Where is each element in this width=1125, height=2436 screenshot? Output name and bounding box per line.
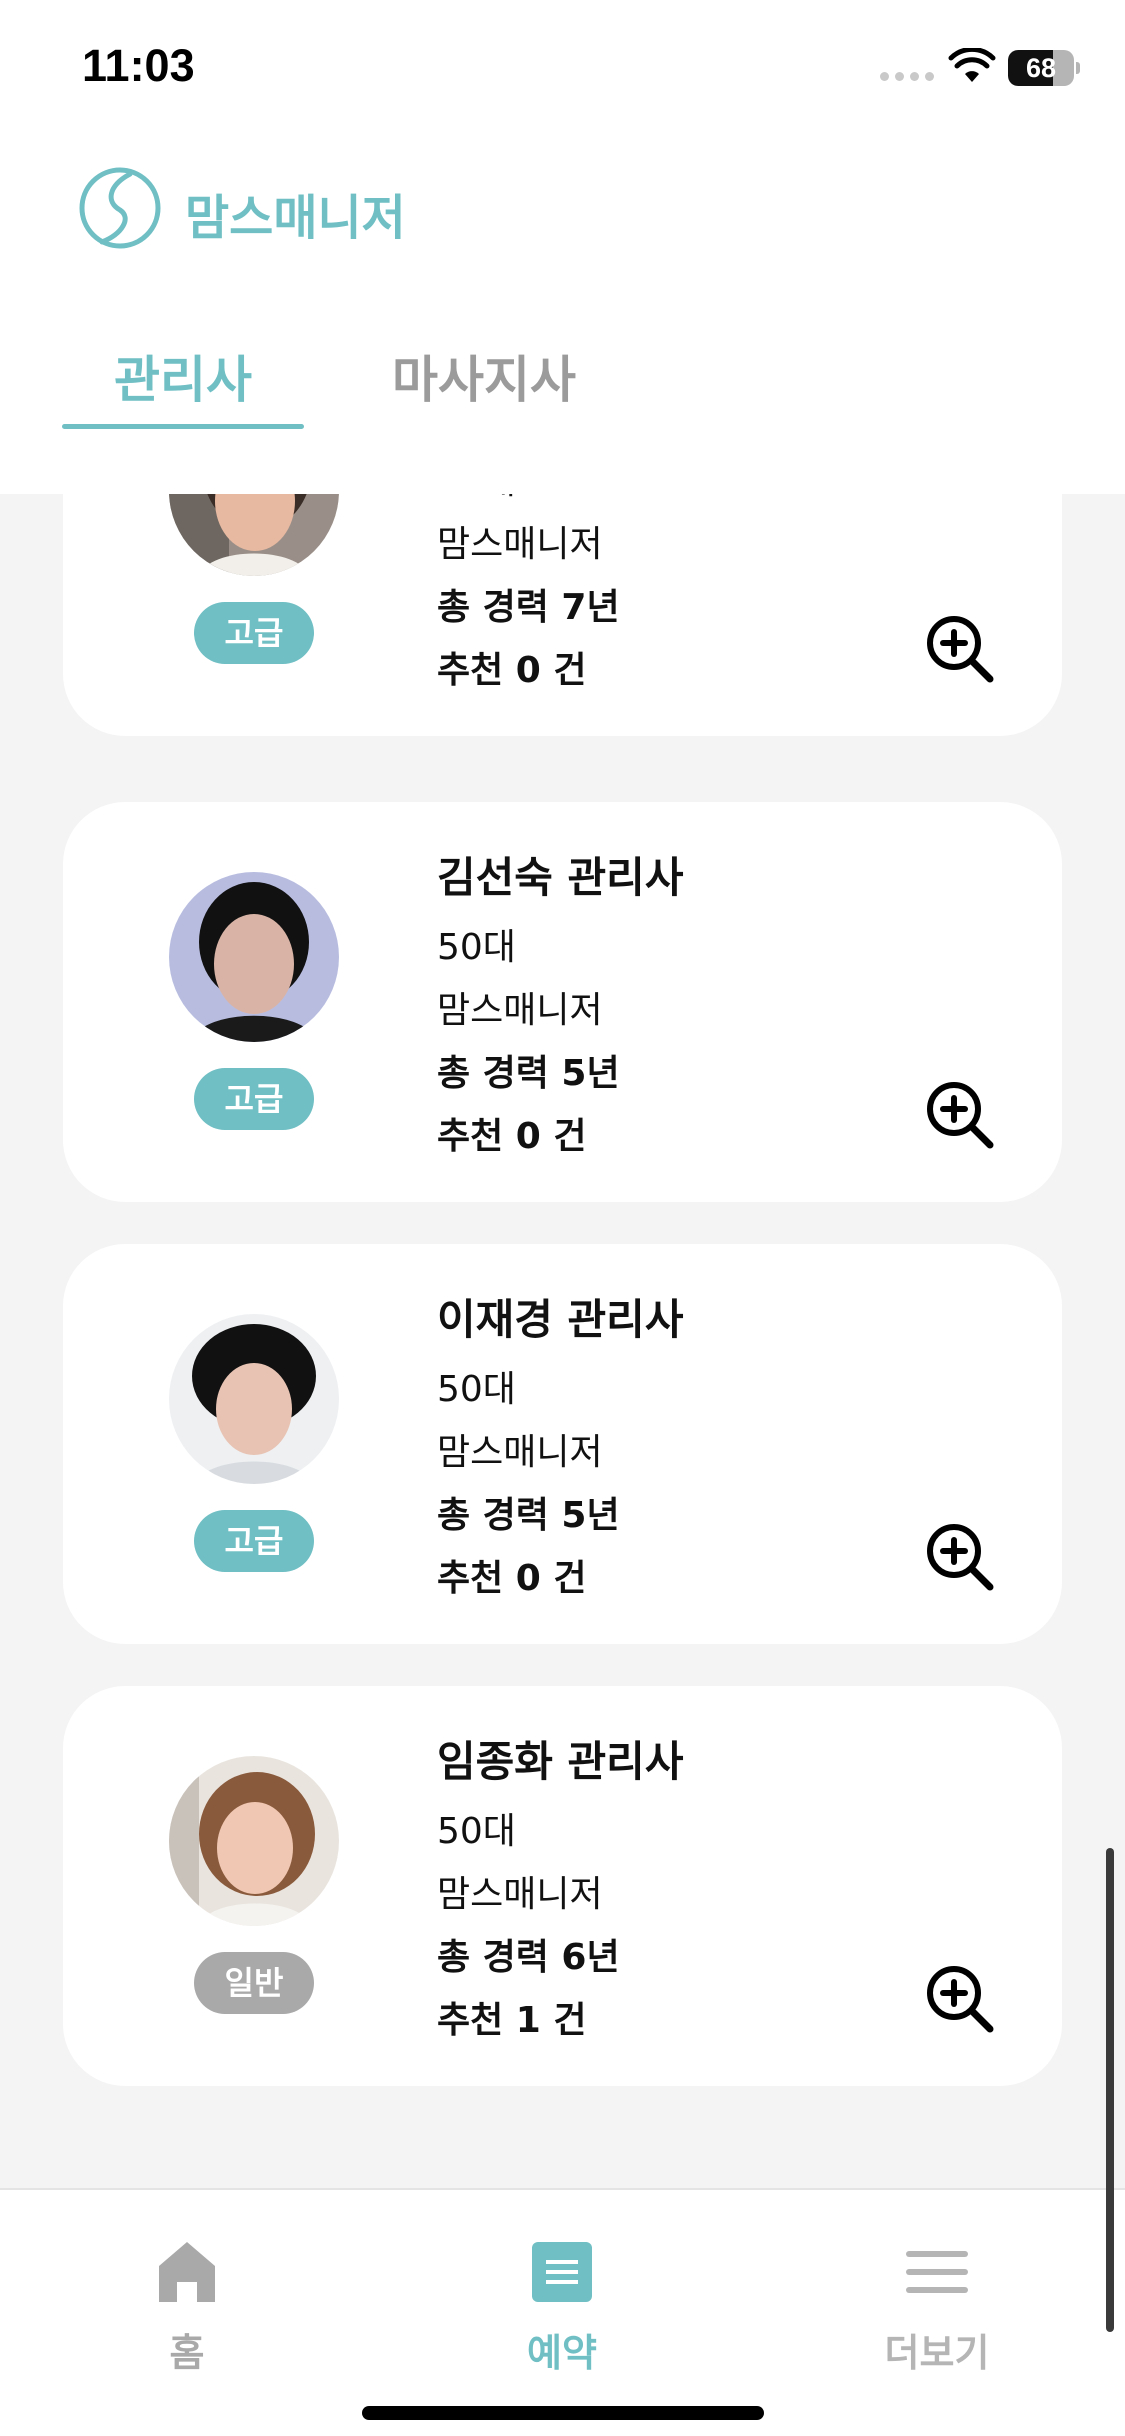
manager-age: 50대	[437, 927, 516, 968]
avatar	[169, 1314, 339, 1484]
home-indicator[interactable]	[362, 2406, 764, 2420]
manager-age: 50대	[437, 1811, 516, 1852]
manager-name: 이재경 관리사	[437, 1295, 684, 1344]
manager-experience: 총 경력 5년	[437, 1495, 620, 1536]
manager-card[interactable]: 고급 이재경 관리사 50대 맘스매니저 총 경력 5년 추천 0 건	[63, 1244, 1062, 1644]
status-bar: 11:03 68	[0, 0, 1125, 140]
status-time: 11:03	[82, 40, 195, 91]
manager-experience: 총 경력 5년	[437, 1053, 620, 1094]
cellular-signal-icon	[880, 72, 934, 81]
menu-icon	[906, 2251, 968, 2293]
logo-icon	[79, 167, 161, 249]
avatar	[169, 1756, 339, 1926]
manager-list[interactable]: 고급 50대 맘스매니저 총 경력 7년 추천 0 건 고급 김선숙 관	[0, 494, 1125, 2188]
manager-card[interactable]: 일반 임종화 관리사 50대 맘스매니저 총 경력 6년 추천 1 건	[63, 1686, 1062, 2086]
wifi-icon	[948, 48, 996, 82]
manager-name: 임종화 관리사	[437, 1737, 684, 1786]
manager-name: 김선숙 관리사	[437, 853, 684, 902]
nav-more-label: 더보기	[884, 2331, 990, 2375]
manager-recommendations: 추천 0 건	[437, 1116, 587, 1157]
manager-card[interactable]: 고급 50대 맘스매니저 총 경력 7년 추천 0 건	[63, 494, 1062, 736]
manager-age: 50대	[437, 1369, 516, 1410]
manager-experience: 총 경력 7년	[437, 587, 620, 628]
avatar	[169, 494, 339, 576]
avatar	[169, 872, 339, 1042]
nav-reservation[interactable]: 예약	[462, 2240, 662, 2377]
manager-recommendations: 추천 0 건	[437, 650, 587, 691]
grade-badge: 일반	[194, 1952, 314, 2014]
grade-badge: 고급	[194, 1068, 314, 1130]
reservation-list-icon	[532, 2242, 592, 2302]
nav-reservation-label: 예약	[527, 2331, 597, 2375]
tab-massage-therapist[interactable]: 마사지사	[392, 340, 576, 412]
active-tab-indicator	[62, 424, 304, 429]
tab-manager[interactable]: 관리사	[114, 340, 252, 412]
nav-home[interactable]: 홈	[87, 2240, 287, 2377]
battery-level: 68	[1025, 53, 1057, 83]
manager-recommendations: 추천 0 건	[437, 1558, 587, 1599]
manager-company: 맘스매니저	[437, 524, 603, 565]
zoom-in-icon[interactable]	[925, 1080, 995, 1150]
manager-company: 맘스매니저	[437, 1432, 603, 1473]
bottom-nav: 홈 예약 더보기	[0, 2188, 1125, 2436]
app-header: 맘스매니저 관리사 마사지사	[0, 140, 1125, 494]
manager-experience: 총 경력 6년	[437, 1937, 620, 1978]
battery-icon: 68	[1008, 50, 1080, 86]
nav-home-label: 홈	[169, 2331, 205, 2375]
home-icon	[159, 2242, 215, 2302]
brand-name: 맘스매니저	[185, 190, 406, 246]
manager-card[interactable]: 고급 김선숙 관리사 50대 맘스매니저 총 경력 5년 추천 0 건	[63, 802, 1062, 1202]
scrollbar[interactable]	[1106, 1848, 1114, 2332]
zoom-in-icon[interactable]	[925, 1964, 995, 2034]
nav-more[interactable]: 더보기	[837, 2240, 1037, 2377]
manager-age: 50대	[437, 494, 620, 517]
manager-company: 맘스매니저	[437, 1874, 603, 1915]
manager-recommendations: 추천 1 건	[437, 2000, 587, 2041]
grade-badge: 고급	[194, 1510, 314, 1572]
grade-badge: 고급	[194, 602, 314, 664]
zoom-in-icon[interactable]	[925, 1522, 995, 1592]
zoom-in-icon[interactable]	[925, 614, 995, 684]
manager-company: 맘스매니저	[437, 990, 603, 1031]
